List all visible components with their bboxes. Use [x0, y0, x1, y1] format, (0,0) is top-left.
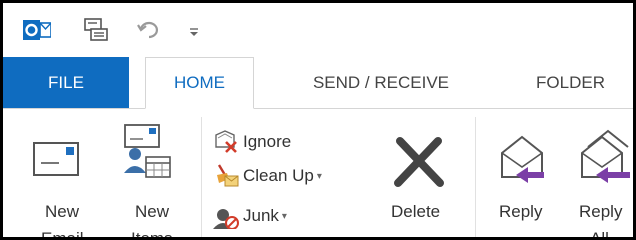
clean-up-dropdown-icon[interactable]: ▾ [317, 171, 322, 182]
junk-icon [213, 209, 239, 229]
send-receive-all-icon[interactable] [83, 17, 109, 43]
delete-button[interactable]: Delete [379, 109, 469, 237]
reply-all-icon [581, 129, 630, 183]
tab-send-receive[interactable]: SEND / RECEIVE [271, 57, 491, 108]
tab-folder[interactable]: FOLDER [508, 57, 633, 108]
reply-all-button[interactable]: Reply All [568, 109, 633, 237]
ignore-label: Ignore [243, 132, 292, 151]
new-email-label-line2: Email [41, 229, 84, 237]
ribbon-home: New Email New Items [3, 109, 633, 237]
reply-icon [501, 135, 544, 183]
group-separator [201, 117, 202, 237]
new-items-button[interactable]: New Items [111, 109, 199, 237]
reply-button[interactable]: Reply [488, 109, 566, 237]
reply-label: Reply [499, 202, 543, 221]
clean-up-button[interactable]: Clean Up ▾ [213, 161, 322, 191]
undo-icon[interactable] [137, 17, 161, 43]
group-separator-2 [475, 117, 476, 237]
tab-file[interactable]: FILE [3, 57, 129, 108]
outlook-window: FILE HOME SEND / RECEIVE FOLDER New Emai… [3, 3, 633, 237]
clean-up-icon [217, 164, 239, 187]
junk-dropdown-icon[interactable]: ▾ [282, 211, 287, 222]
new-email-button[interactable]: New Email [15, 109, 105, 237]
new-email-icon [33, 142, 79, 176]
reply-all-label-line2: All [590, 229, 609, 237]
ribbon-tab-bar: FILE HOME SEND / RECEIVE FOLDER [3, 57, 633, 109]
new-items-icon [124, 124, 171, 178]
clean-up-label: Clean Up [243, 166, 314, 185]
ignore-button[interactable]: Ignore [213, 127, 291, 157]
reply-all-label: Reply [579, 202, 623, 221]
ignore-icon [215, 130, 237, 153]
customize-qat-icon[interactable] [187, 17, 201, 43]
delete-icon [394, 137, 444, 187]
tab-home[interactable]: HOME [145, 57, 254, 109]
new-items-label: New [135, 202, 170, 221]
outlook-logo-icon[interactable] [23, 17, 52, 43]
new-email-label: New [45, 202, 80, 221]
junk-button[interactable]: Junk ▾ [213, 201, 287, 231]
new-items-label-line2: Items [131, 229, 173, 237]
delete-label: Delete [391, 202, 441, 221]
quick-access-toolbar [3, 3, 633, 57]
junk-label: Junk [243, 206, 279, 225]
